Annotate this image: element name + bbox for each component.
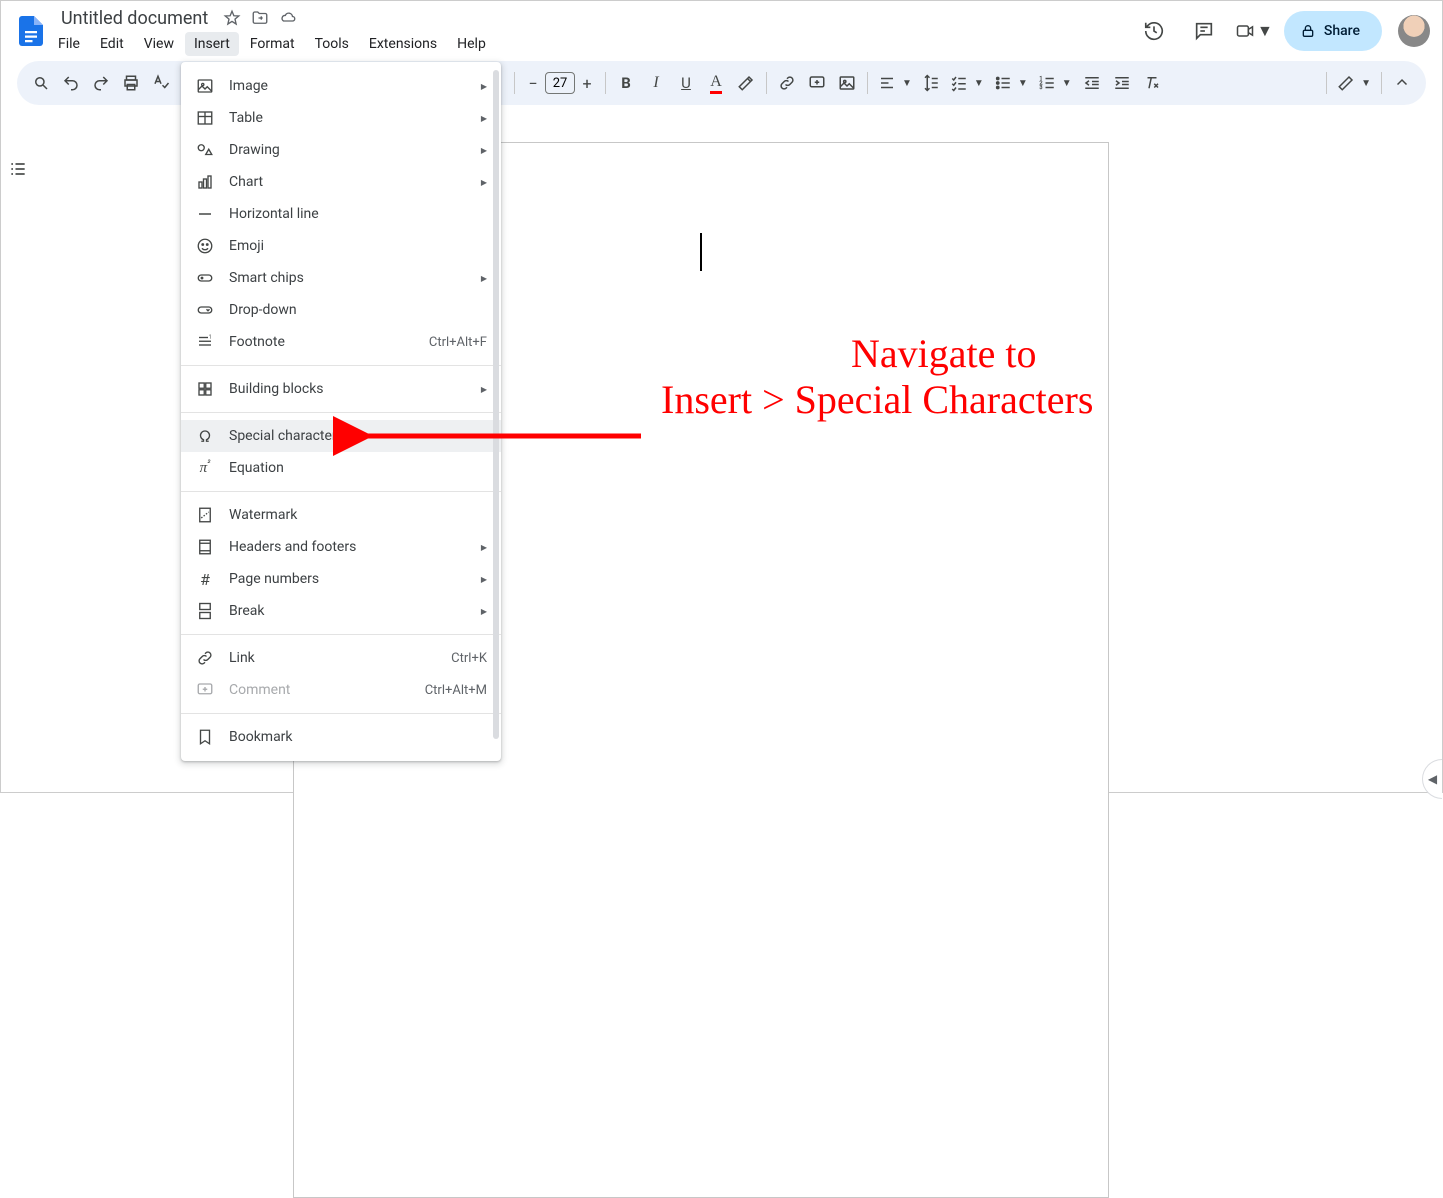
- bookmark-icon: [195, 727, 215, 747]
- menu-item-dropdown[interactable]: Drop-down: [181, 294, 501, 326]
- menu-item-equation[interactable]: π²Equation: [181, 452, 501, 484]
- watermark-icon: [195, 505, 215, 525]
- horizontal-line-icon: [195, 204, 215, 224]
- menu-item-link[interactable]: LinkCtrl+K: [181, 642, 501, 674]
- checklist-icon[interactable]: ▼: [946, 69, 988, 97]
- account-avatar[interactable]: [1398, 15, 1430, 47]
- chart-icon: [195, 172, 215, 192]
- highlight-icon[interactable]: [732, 69, 760, 97]
- numbered-list-icon[interactable]: 123▼: [1034, 69, 1076, 97]
- menu-item-watermark[interactable]: Watermark: [181, 499, 501, 531]
- history-icon[interactable]: [1134, 11, 1174, 51]
- table-icon: [195, 108, 215, 128]
- title-bar: Untitled document File Edit View Insert …: [1, 1, 1442, 61]
- search-icon[interactable]: [27, 69, 55, 97]
- spellcheck-icon[interactable]: [147, 69, 175, 97]
- clear-formatting-icon[interactable]: [1138, 69, 1166, 97]
- menu-item-chart[interactable]: Chart▶: [181, 166, 501, 198]
- menu-file[interactable]: File: [49, 32, 89, 56]
- menu-item-drawing[interactable]: Drawing▶: [181, 134, 501, 166]
- meet-icon[interactable]: ▼: [1234, 11, 1274, 51]
- menu-item-smart-chips[interactable]: Smart chips▶: [181, 262, 501, 294]
- collapse-toolbar-icon[interactable]: [1388, 69, 1416, 97]
- menu-item-headers-footers[interactable]: Headers and footers▶: [181, 531, 501, 563]
- smart-chips-icon: [195, 268, 215, 288]
- redo-icon[interactable]: [87, 69, 115, 97]
- insert-dropdown: Image▶ Table▶ Drawing▶ Chart▶ Horizontal…: [181, 62, 501, 761]
- dropdown-icon: [195, 300, 215, 320]
- special-characters-icon: [195, 426, 215, 446]
- share-label: Share: [1324, 23, 1360, 39]
- comment-icon: [195, 680, 215, 700]
- undo-icon[interactable]: [57, 69, 85, 97]
- docs-logo-icon[interactable]: [13, 13, 49, 49]
- increase-font-icon[interactable]: +: [575, 71, 599, 95]
- dropdown-scrollbar[interactable]: [493, 70, 499, 739]
- lock-icon: [1300, 23, 1316, 39]
- menu-item-comment: CommentCtrl+Alt+M: [181, 674, 501, 706]
- menu-insert[interactable]: Insert: [185, 32, 239, 56]
- star-icon[interactable]: [222, 8, 242, 28]
- emoji-icon: [195, 236, 215, 256]
- outline-toggle[interactable]: [1, 109, 35, 792]
- footnote-icon: 1: [195, 332, 215, 352]
- drawing-icon: [195, 140, 215, 160]
- building-blocks-icon: [195, 379, 215, 399]
- break-icon: [195, 601, 215, 621]
- font-size-control: − +: [521, 71, 599, 95]
- print-icon[interactable]: [117, 69, 145, 97]
- svg-text:3: 3: [1039, 85, 1042, 91]
- bulleted-list-icon[interactable]: ▼: [990, 69, 1032, 97]
- document-title[interactable]: Untitled document: [55, 6, 214, 31]
- bold-icon[interactable]: B: [612, 69, 640, 97]
- menu-help[interactable]: Help: [448, 32, 495, 56]
- move-icon[interactable]: [250, 8, 270, 28]
- menu-item-building-blocks[interactable]: Building blocks▶: [181, 373, 501, 405]
- menu-item-footnote[interactable]: 1FootnoteCtrl+Alt+F: [181, 326, 501, 358]
- underline-icon[interactable]: U: [672, 69, 700, 97]
- menu-item-image[interactable]: Image▶: [181, 70, 501, 102]
- editing-mode-icon[interactable]: ▼: [1333, 69, 1375, 97]
- align-icon[interactable]: ▼: [874, 69, 916, 97]
- add-comment-icon[interactable]: [803, 69, 831, 97]
- text-color-icon[interactable]: A: [702, 69, 730, 97]
- menu-item-break[interactable]: Break▶: [181, 595, 501, 627]
- svg-text:1: 1: [209, 334, 212, 340]
- text-cursor: [700, 233, 702, 271]
- comments-icon[interactable]: [1184, 11, 1224, 51]
- equation-icon: π²: [195, 458, 215, 478]
- menu-edit[interactable]: Edit: [91, 32, 133, 56]
- menu-item-page-numbers[interactable]: #Page numbers▶: [181, 563, 501, 595]
- italic-icon[interactable]: I: [642, 69, 670, 97]
- menu-tools[interactable]: Tools: [306, 32, 358, 56]
- font-size-input[interactable]: [545, 72, 575, 94]
- headers-footers-icon: [195, 537, 215, 557]
- menu-item-table[interactable]: Table▶: [181, 102, 501, 134]
- menu-item-bookmark[interactable]: Bookmark: [181, 721, 501, 753]
- menu-format[interactable]: Format: [241, 32, 304, 56]
- line-spacing-icon[interactable]: [918, 69, 944, 97]
- increase-indent-icon[interactable]: [1108, 69, 1136, 97]
- share-button[interactable]: Share: [1284, 11, 1382, 51]
- menu-extensions[interactable]: Extensions: [360, 32, 446, 56]
- page-numbers-icon: #: [195, 569, 215, 589]
- menu-item-horizontal-line[interactable]: Horizontal line: [181, 198, 501, 230]
- menu-bar: File Edit View Insert Format Tools Exten…: [49, 31, 1134, 57]
- insert-image-icon[interactable]: [833, 69, 861, 97]
- cloud-status-icon[interactable]: [278, 8, 298, 28]
- chevron-down-icon: ▼: [1257, 21, 1273, 41]
- menu-view[interactable]: View: [135, 32, 183, 56]
- decrease-font-icon[interactable]: −: [521, 71, 545, 95]
- decrease-indent-icon[interactable]: [1078, 69, 1106, 97]
- link-icon: [195, 648, 215, 668]
- menu-item-emoji[interactable]: Emoji: [181, 230, 501, 262]
- insert-link-icon[interactable]: [773, 69, 801, 97]
- image-icon: [195, 76, 215, 96]
- header-right: ▼ Share: [1134, 11, 1430, 51]
- menu-item-special-characters[interactable]: Special characters: [181, 420, 501, 452]
- title-group: Untitled document File Edit View Insert …: [55, 5, 1134, 57]
